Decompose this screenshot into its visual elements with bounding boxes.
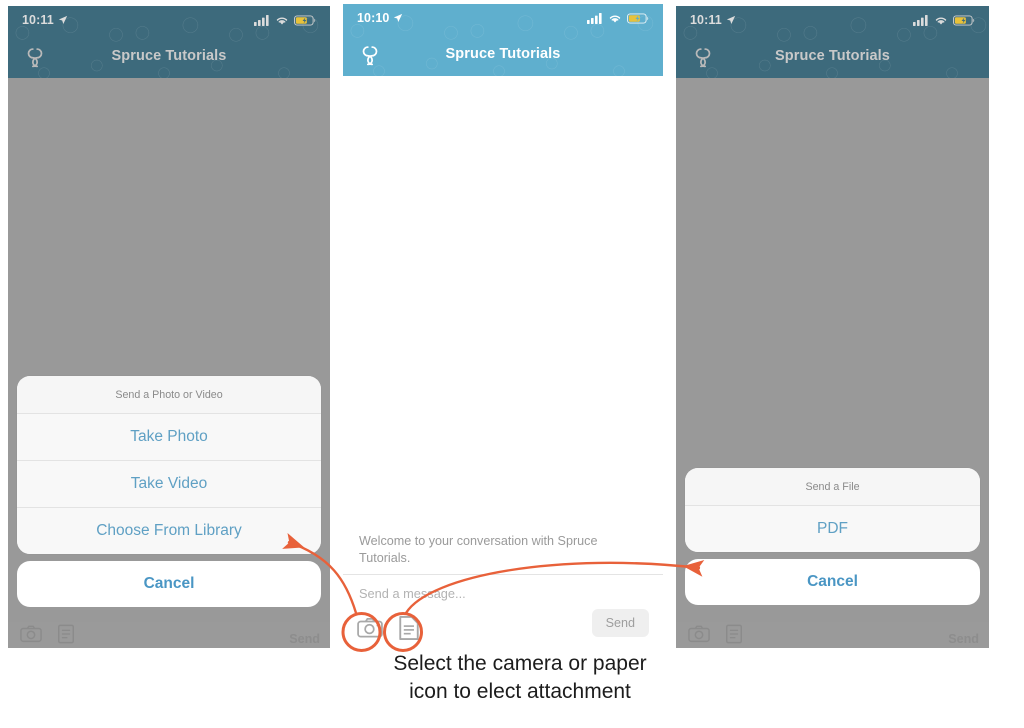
message-input[interactable]: Send a message... xyxy=(359,586,466,601)
phone-1-screen: 10:11 Spruce Tutorials Send Send a Photo… xyxy=(8,6,330,648)
caption-line-2: icon to elect attachment xyxy=(409,680,631,703)
screenshot-stage: 10:11 Spruce Tutorials Send Send a Photo… xyxy=(0,0,1024,728)
status-time: 10:10 xyxy=(357,11,390,25)
battery-charging-icon xyxy=(627,12,649,24)
phone-1-navbar: Spruce Tutorials xyxy=(8,34,330,78)
status-bar-right xyxy=(913,14,975,26)
battery-charging-icon xyxy=(953,14,975,26)
spruce-logo-icon[interactable] xyxy=(22,43,48,69)
camera-icon[interactable] xyxy=(20,624,42,644)
send-button[interactable]: Send xyxy=(591,609,649,637)
phone-1-composer-bar: Send xyxy=(8,622,330,648)
instruction-caption: Select the camera or paper icon to elect… xyxy=(300,650,740,706)
phone-1-status-bar: 10:11 xyxy=(8,6,330,34)
photo-action-sheet: Send a Photo or Video Take Photo Take Vi… xyxy=(17,376,321,607)
cellular-signal-icon xyxy=(587,12,602,24)
sheet-option-take-video[interactable]: Take Video xyxy=(17,460,321,507)
file-action-sheet: Send a File PDF Cancel xyxy=(685,468,980,605)
phone-1-title: Spruce Tutorials xyxy=(111,48,227,64)
phone-1-header: 10:11 Spruce Tutorials xyxy=(8,6,330,78)
status-time: 10:11 xyxy=(690,13,722,27)
sheet-option-pdf[interactable]: PDF xyxy=(685,505,980,552)
location-arrow-icon xyxy=(726,15,735,24)
photo-sheet-title: Send a Photo or Video xyxy=(17,376,321,413)
document-icon[interactable] xyxy=(396,615,422,641)
file-sheet-title: Send a File xyxy=(685,468,980,505)
wifi-icon xyxy=(935,17,947,25)
camera-icon[interactable] xyxy=(688,624,710,644)
phone-3-title: Spruce Tutorials xyxy=(775,48,890,64)
phone-3-header: 10:11 Spruce Tutorials xyxy=(676,6,989,78)
file-sheet-cancel-button[interactable]: Cancel xyxy=(685,559,980,605)
battery-charging-icon xyxy=(294,14,316,26)
photo-sheet-group: Send a Photo or Video Take Photo Take Vi… xyxy=(17,376,321,554)
phone-2-navbar: Spruce Tutorials xyxy=(343,32,663,76)
wifi-icon xyxy=(609,15,621,23)
phone-3-send-button[interactable]: Send xyxy=(948,632,979,646)
location-arrow-icon xyxy=(394,13,403,22)
phone-1-composer-icons xyxy=(20,624,77,644)
phone-3-composer-bar: Send xyxy=(676,622,989,648)
phone-screenshot-conversation: 10:10 Spruce Tutorials Welcome to your c… xyxy=(343,4,663,645)
location-arrow-icon xyxy=(58,15,67,24)
document-icon[interactable] xyxy=(723,624,745,644)
status-bar-left: 10:11 xyxy=(690,13,736,27)
status-bar-right xyxy=(587,12,649,24)
phone-2-header: 10:10 Spruce Tutorials xyxy=(343,4,663,76)
welcome-message: Welcome to your conversation with Spruce… xyxy=(359,534,598,565)
cellular-signal-icon xyxy=(254,14,269,26)
status-time: 10:11 xyxy=(22,13,54,27)
phone-screenshot-photo-sheet: 10:11 Spruce Tutorials Send Send a Photo… xyxy=(8,6,330,648)
phone-3-screen: 10:11 Spruce Tutorials Send Send a File … xyxy=(676,6,989,648)
composer-divider xyxy=(343,574,663,575)
spruce-logo-icon[interactable] xyxy=(690,43,716,69)
spruce-logo-icon[interactable] xyxy=(357,41,383,67)
cellular-signal-icon xyxy=(913,14,928,26)
sheet-option-choose-library[interactable]: Choose From Library xyxy=(17,507,321,554)
caption-line-1: Select the camera or paper xyxy=(393,652,647,675)
status-bar-left: 10:11 xyxy=(22,13,68,27)
phone-3-composer-icons xyxy=(688,624,745,644)
wifi-icon xyxy=(276,17,288,25)
status-bar-right xyxy=(254,14,316,26)
phone-2-screen: 10:10 Spruce Tutorials Welcome to your c… xyxy=(343,4,663,645)
composer-icons xyxy=(357,615,422,641)
phone-3-navbar: Spruce Tutorials xyxy=(676,34,989,78)
camera-icon[interactable] xyxy=(357,615,383,641)
document-icon[interactable] xyxy=(55,624,77,644)
phone-screenshot-file-sheet: 10:11 Spruce Tutorials Send Send a File … xyxy=(676,6,989,648)
phone-3-status-bar: 10:11 xyxy=(676,6,989,34)
status-bar-left: 10:10 xyxy=(357,11,403,25)
phone-1-send-button[interactable]: Send xyxy=(289,632,320,646)
phone-2-title: Spruce Tutorials xyxy=(445,46,561,62)
file-sheet-group: Send a File PDF xyxy=(685,468,980,552)
phone-2-status-bar: 10:10 xyxy=(343,4,663,32)
sheet-option-take-photo[interactable]: Take Photo xyxy=(17,413,321,460)
photo-sheet-cancel-button[interactable]: Cancel xyxy=(17,561,321,607)
conversation-body: Welcome to your conversation with Spruce… xyxy=(343,76,663,645)
